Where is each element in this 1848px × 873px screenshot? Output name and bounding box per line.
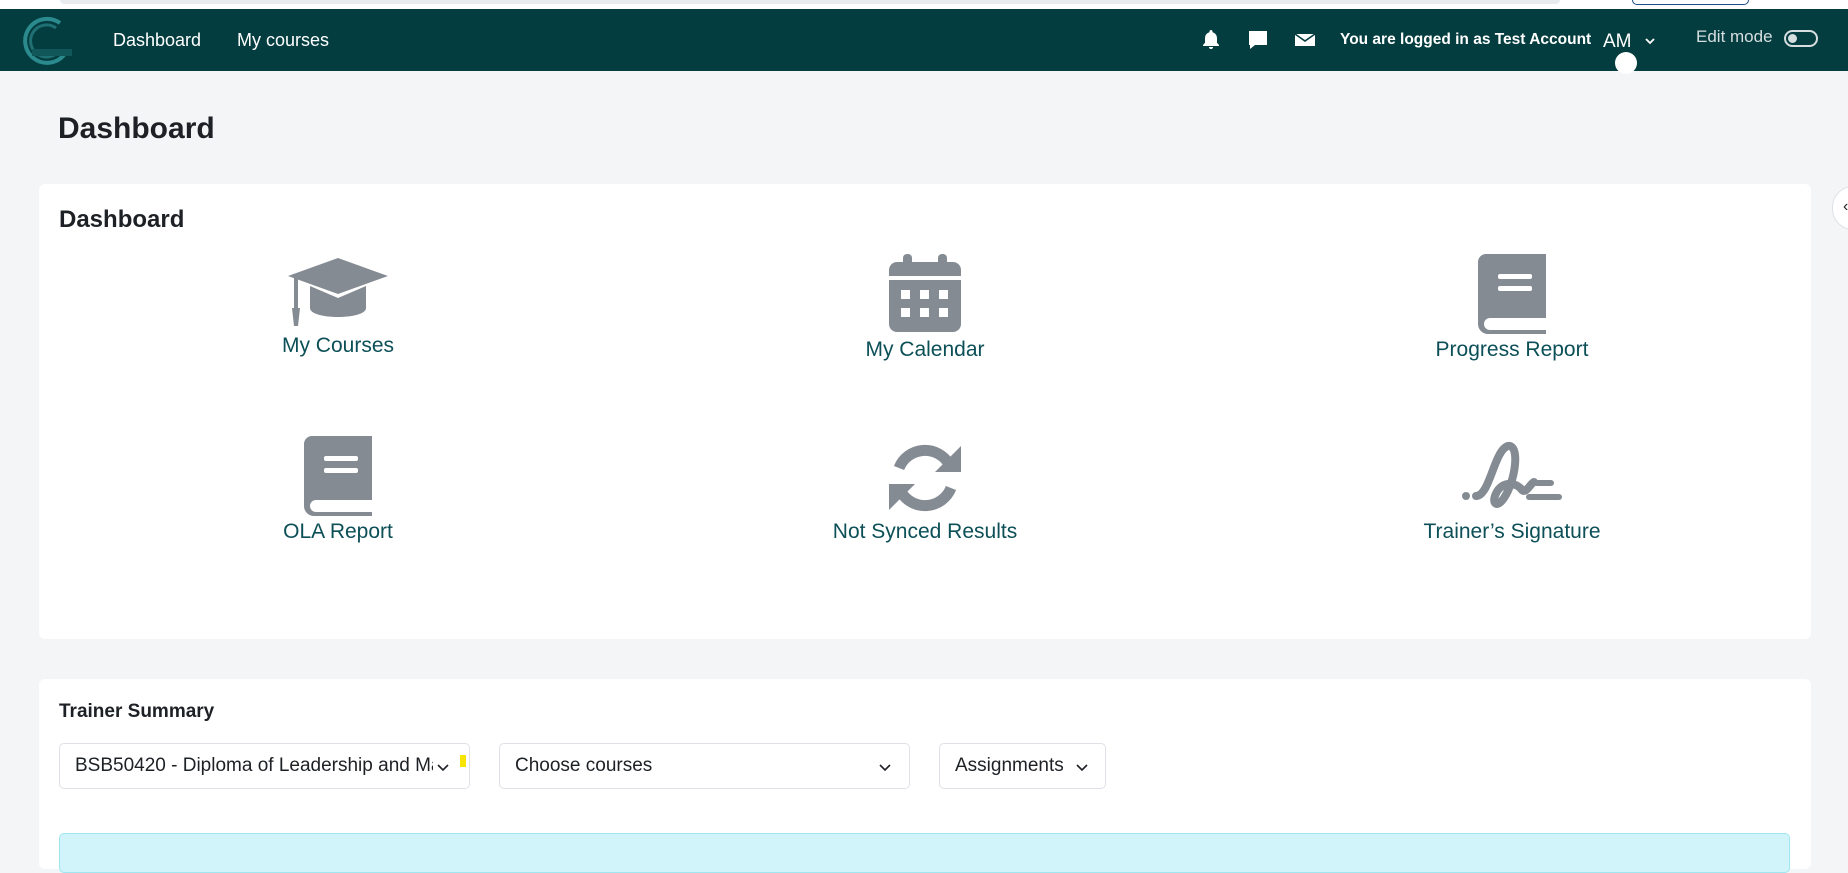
drawer-toggle[interactable]: ‹ <box>1832 186 1848 230</box>
trainer-summary-title: Trainer Summary <box>59 701 215 722</box>
courses-select-value: Choose courses <box>515 755 653 776</box>
courses-select[interactable]: Choose courses <box>499 743 910 789</box>
address-bar <box>60 0 1560 4</box>
annotation-marker <box>460 755 466 767</box>
assignment-type-value: Assignments <box>955 755 1064 776</box>
chat-icon[interactable] <box>1245 28 1271 52</box>
tile-label: OLA Report <box>283 520 393 543</box>
toggle-knob <box>1788 34 1797 43</box>
tile-my-courses[interactable]: My Courses <box>188 256 488 358</box>
trainer-summary-card: Trainer Summary BSB50420 - Diploma of Le… <box>39 679 1811 873</box>
book-icon <box>1478 254 1546 334</box>
browser-chrome <box>0 0 1848 9</box>
chevron-left-icon: ‹ <box>1843 198 1848 215</box>
top-navbar: Dashboard My courses You are logged in a… <box>0 9 1848 74</box>
tile-label: Not Synced Results <box>832 520 1018 543</box>
browser-button <box>1632 0 1749 5</box>
dashboard-card: Dashboard My Courses My Calendar Progres <box>39 184 1811 639</box>
graduation-cap-icon <box>288 258 388 326</box>
nav-dashboard-link[interactable]: Dashboard <box>113 9 201 71</box>
page-title: Dashboard <box>58 112 215 145</box>
chevron-down-icon <box>879 764 891 772</box>
dashboard-card-title: Dashboard <box>59 206 185 233</box>
nav-my-courses-link[interactable]: My courses <box>237 9 329 71</box>
chevron-down-icon <box>1076 764 1088 772</box>
envelope-icon[interactable] <box>1292 28 1318 52</box>
chevron-down-icon <box>437 764 449 772</box>
tile-not-synced-results[interactable]: Not Synced Results <box>775 440 1075 544</box>
tile-trainers-signature[interactable]: Trainer’s Signature <box>1362 440 1662 544</box>
bell-icon[interactable] <box>1198 28 1224 52</box>
signature-icon <box>1462 442 1562 508</box>
book-icon <box>304 436 372 516</box>
tile-my-calendar[interactable]: My Calendar <box>775 254 1075 362</box>
course-select[interactable]: BSB50420 - Diploma of Leadership and Man… <box>59 743 470 789</box>
mouse-cursor <box>1615 52 1637 74</box>
site-logo[interactable] <box>16 15 74 65</box>
assignment-type-select[interactable]: Assignments <box>939 743 1106 789</box>
tile-label: Trainer’s Signature <box>1423 520 1601 543</box>
tile-label: Progress Report <box>1435 338 1589 361</box>
calendar-icon <box>889 254 961 332</box>
chevron-down-icon[interactable] <box>1643 34 1657 48</box>
tile-label: My Calendar <box>865 338 985 361</box>
tile-label: My Courses <box>281 334 395 357</box>
sync-icon <box>889 444 961 512</box>
tile-progress-report[interactable]: Progress Report <box>1362 254 1662 362</box>
course-select-value: BSB50420 - Diploma of Leadership and Man… <box>75 755 433 776</box>
edit-mode-toggle[interactable] <box>1784 30 1818 47</box>
tile-ola-report[interactable]: OLA Report <box>188 436 488 544</box>
logged-in-text: You are logged in as Test Account <box>1340 31 1592 48</box>
edit-mode-label: Edit mode <box>1696 27 1773 46</box>
info-alert <box>59 833 1790 873</box>
